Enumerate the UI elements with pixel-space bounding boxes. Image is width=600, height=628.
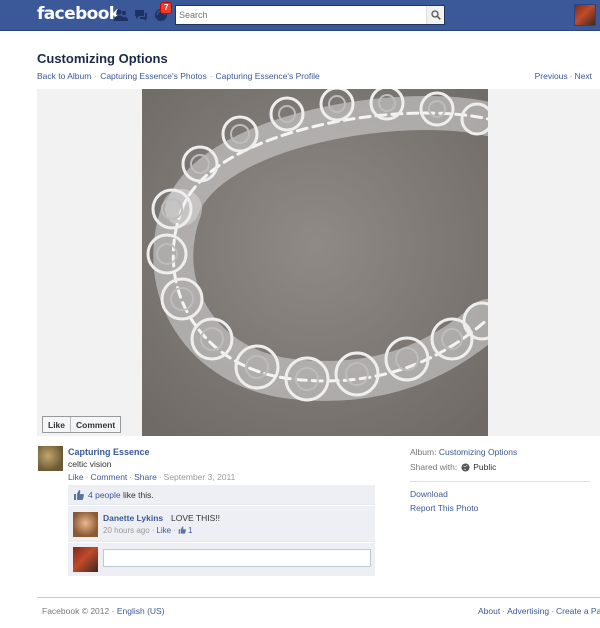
separator: · <box>94 71 98 81</box>
search-box <box>175 5 445 25</box>
likes-text: like this. <box>123 490 154 500</box>
report-photo-link[interactable]: Report This Photo <box>410 503 478 513</box>
profile-avatar[interactable] <box>574 4 596 26</box>
about-link[interactable]: About <box>478 606 500 616</box>
search-button[interactable] <box>426 6 444 24</box>
owner-photos-link[interactable]: Capturing Essence's Photos <box>100 71 207 81</box>
post-date[interactable]: September 3, 2011 <box>164 472 236 482</box>
privacy-row: Shared with: Public <box>410 462 517 477</box>
separator: · <box>173 526 176 535</box>
separator: · <box>569 71 573 81</box>
download-link[interactable]: Download <box>410 489 448 499</box>
top-bar: facebook 7 <box>0 0 600 31</box>
comment-meta: 20 hours ago · Like · 1 <box>103 526 192 535</box>
album-label: Album: <box>410 447 437 457</box>
photo-action-buttons: Like Comment <box>42 416 122 433</box>
likes-count-link[interactable]: 4 people <box>88 490 121 500</box>
shared-label: Shared with: <box>410 462 458 472</box>
comment-like-count[interactable]: 1 <box>188 526 192 535</box>
separator: · <box>129 472 133 482</box>
search-icon <box>431 10 441 20</box>
photo-pager: Previous · Next <box>535 71 592 81</box>
feedback-box: 4 people like this. Danette Lykins LOVE … <box>68 485 375 576</box>
search-input[interactable] <box>179 8 424 22</box>
back-to-album-link[interactable]: Back to Album <box>37 71 91 81</box>
commenter-name-link[interactable]: Danette Lykins <box>103 513 163 523</box>
photo-comment-button[interactable]: Comment <box>70 417 120 432</box>
separator: · <box>151 526 155 535</box>
friend-requests-icon[interactable] <box>114 8 128 22</box>
separator: · <box>502 606 506 616</box>
viewer-avatar <box>73 547 98 572</box>
previous-link[interactable]: Previous <box>535 71 568 81</box>
comment-input[interactable] <box>103 549 371 567</box>
advertising-link[interactable]: Advertising <box>507 606 549 616</box>
share-link[interactable]: Share <box>134 472 157 482</box>
footer-links: About · Advertising · Create a Pa <box>478 606 600 616</box>
photo-meta: Album: Customizing Options Shared with: P… <box>410 447 517 477</box>
comment-item: Danette Lykins LOVE THIS!! 20 hours ago ·… <box>68 506 375 542</box>
owner-avatar[interactable] <box>38 446 63 471</box>
owner-profile-link[interactable]: Capturing Essence's Profile <box>216 71 320 81</box>
separator: · <box>85 472 89 482</box>
comment-like-link[interactable]: Like <box>156 526 171 535</box>
album-row: Album: Customizing Options <box>410 447 517 462</box>
owner-name-link[interactable]: Capturing Essence <box>68 447 150 457</box>
photo-caption: celtic vision <box>68 459 112 469</box>
commenter-avatar[interactable] <box>73 512 98 537</box>
post-actions: Like · Comment · Share · September 3, 2011 <box>68 472 235 482</box>
photo-like-button[interactable]: Like <box>43 417 70 432</box>
create-page-link[interactable]: Create a Pa <box>556 606 600 616</box>
notifications-badge[interactable]: 7 <box>160 2 173 14</box>
breadcrumb: Back to Album · Capturing Essence's Photos… <box>37 71 320 81</box>
facebook-logo[interactable]: facebook <box>37 4 120 24</box>
like-link[interactable]: Like <box>68 472 84 482</box>
separator: · <box>209 71 213 81</box>
page-title: Customizing Options <box>37 51 168 66</box>
likes-summary: 4 people like this. <box>68 485 375 505</box>
copyright: Facebook © 2012 <box>42 606 110 616</box>
privacy-value[interactable]: Public <box>473 462 496 472</box>
separator: · <box>158 472 162 482</box>
divider <box>410 481 590 482</box>
thumbs-up-icon <box>178 526 186 534</box>
comment-text: LOVE THIS!! <box>171 513 220 523</box>
thumbs-up-icon <box>74 490 84 500</box>
bracelet-photo[interactable] <box>142 89 488 436</box>
footer-divider <box>37 597 600 598</box>
globe-icon <box>461 463 470 472</box>
messages-icon[interactable] <box>134 8 148 22</box>
language-link[interactable]: English (US) <box>117 606 165 616</box>
comment-link[interactable]: Comment <box>90 472 127 482</box>
album-name-link[interactable]: Customizing Options <box>439 447 517 457</box>
comment-time[interactable]: 20 hours ago <box>103 526 150 535</box>
next-link[interactable]: Next <box>575 71 592 81</box>
separator: · <box>551 606 554 616</box>
add-comment-row <box>68 543 375 576</box>
footer-left: Facebook © 2012 · English (US) <box>42 606 165 616</box>
separator: · <box>111 606 115 616</box>
